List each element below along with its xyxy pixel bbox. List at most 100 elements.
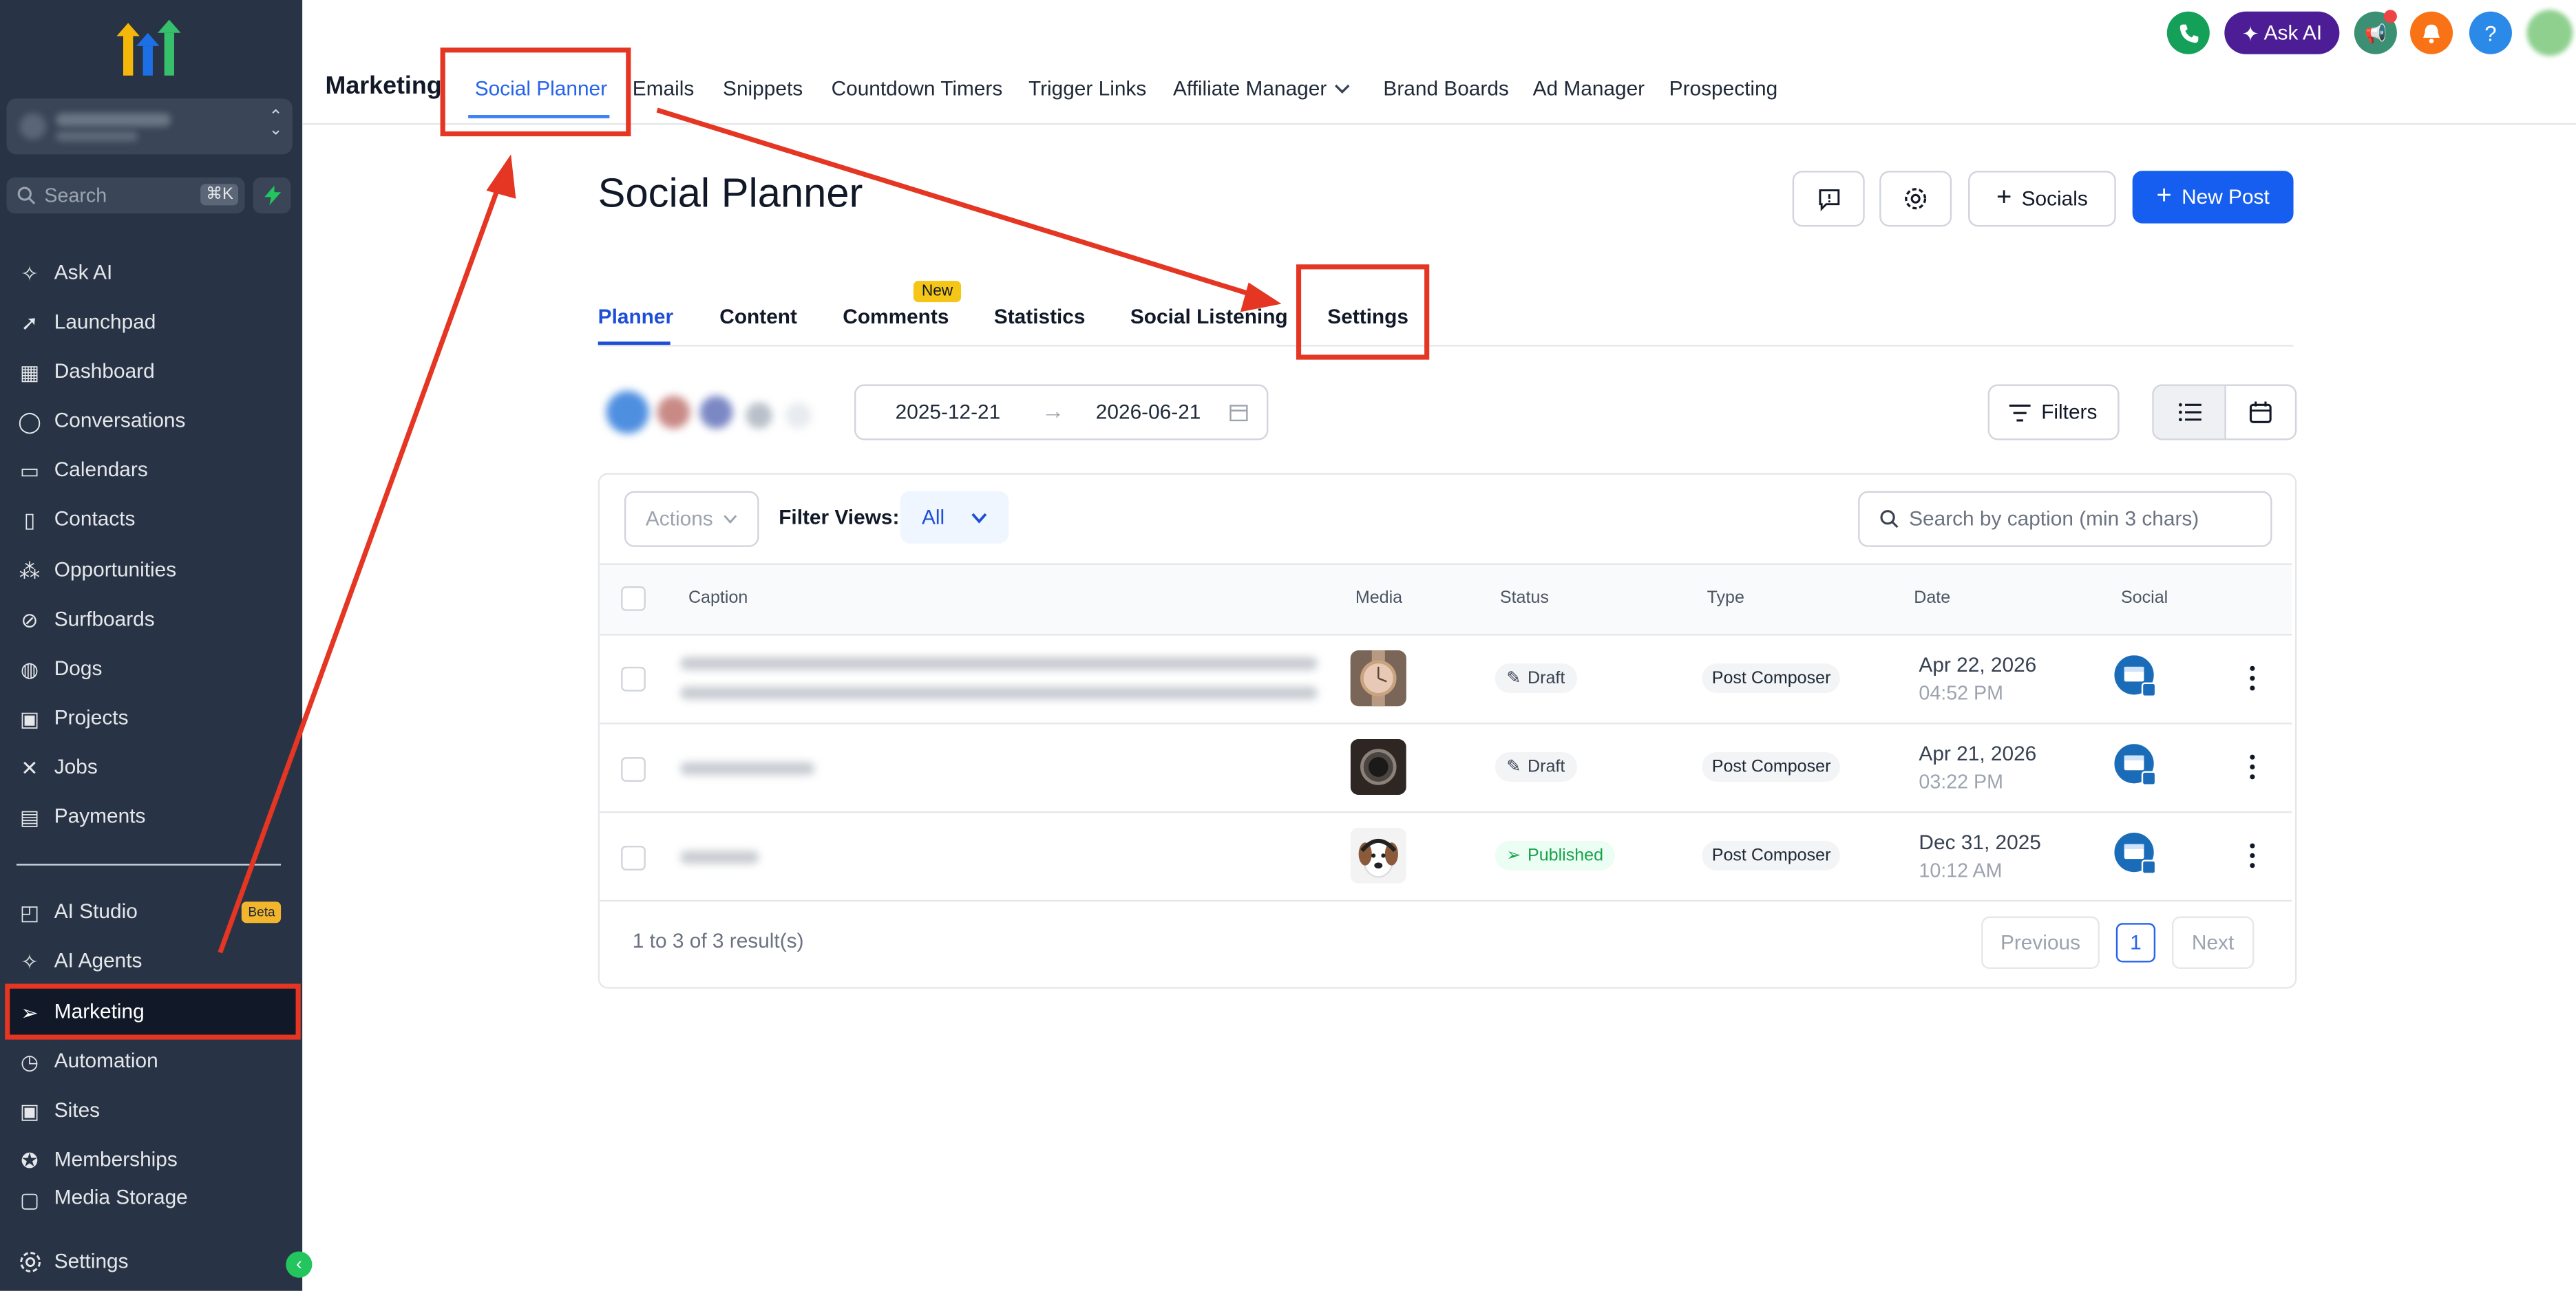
- app-logo-icon[interactable]: [114, 19, 186, 79]
- caption-search-input[interactable]: Search by caption (min 3 chars): [1858, 491, 2272, 547]
- tools-icon: ✕: [21, 756, 39, 780]
- select-all-checkbox[interactable]: [621, 586, 646, 611]
- settings-gear-button[interactable]: [1879, 171, 1952, 227]
- account-name-redacted: [56, 113, 171, 127]
- subtab-comments[interactable]: Comments: [843, 306, 949, 328]
- row-checkbox[interactable]: [621, 846, 646, 871]
- sidebar-item-label: AI Studio: [54, 899, 138, 924]
- sidebar-item-ai-agents[interactable]: ✧ AI Agents: [0, 938, 302, 984]
- badge-icon: ✪: [21, 1149, 39, 1172]
- actions-dropdown[interactable]: Actions: [624, 491, 759, 547]
- sidebar-item-marketing[interactable]: ➢ Marketing: [6, 987, 297, 1036]
- search-placeholder: Search: [44, 184, 107, 207]
- sidebar-item-contacts[interactable]: ▯ Contacts: [0, 496, 302, 542]
- sidebar-item-launchpad[interactable]: ➚ Launchpad: [0, 299, 302, 345]
- tab-snippets[interactable]: Snippets: [723, 77, 803, 100]
- sidebar-item-label: Media Storage: [54, 1186, 188, 1209]
- media-thumbnail[interactable]: [1350, 827, 1406, 884]
- column-header-caption[interactable]: Caption: [688, 588, 748, 608]
- table-row[interactable]: [600, 634, 2292, 725]
- megaphone-icon: 📢: [2364, 23, 2387, 44]
- list-view-button[interactable]: [2153, 385, 2225, 439]
- tab-countdown-timers[interactable]: Countdown Timers: [832, 77, 1003, 100]
- notifications-button[interactable]: [2409, 11, 2453, 54]
- google-business-icon: [2114, 655, 2157, 698]
- sidebar-item-conversations[interactable]: ◯ Conversations: [0, 398, 302, 444]
- media-thumbnail[interactable]: [1350, 738, 1406, 796]
- column-header-social: Social: [2120, 588, 2168, 608]
- previous-page-button[interactable]: Previous: [1981, 916, 2100, 970]
- sidebar-item-label: Settings: [54, 1250, 129, 1273]
- table-row[interactable]: [600, 723, 2292, 813]
- arrow-right-icon: →: [1042, 397, 1065, 424]
- quick-action-button[interactable]: [253, 177, 291, 214]
- sidebar-item-ask-ai[interactable]: ✧ Ask AI: [0, 250, 302, 296]
- page-number-button[interactable]: 1: [2115, 923, 2156, 963]
- tab-brand-boards[interactable]: Brand Boards: [1383, 77, 1508, 100]
- socials-label: Socials: [2021, 187, 2088, 211]
- more-options-icon[interactable]: [2244, 754, 2261, 780]
- sidebar-item-memberships[interactable]: ✪ Memberships: [0, 1136, 302, 1182]
- media-thumbnail[interactable]: [1350, 650, 1406, 707]
- new-post-button[interactable]: + New Post: [2132, 171, 2294, 224]
- sidebar-item-projects[interactable]: ▣ Projects: [0, 694, 302, 740]
- sidebar-item-surfboards[interactable]: ⊘ Surfboards: [0, 596, 302, 642]
- sidebar-item-media-storage[interactable]: ▢ Media Storage: [0, 1186, 302, 1215]
- subtab-planner[interactable]: Planner: [598, 306, 673, 328]
- google-business-icon: [2114, 744, 2157, 786]
- section-title: Marketing: [325, 72, 442, 100]
- column-header-status[interactable]: Status: [1500, 588, 1549, 608]
- tab-ad-manager[interactable]: Ad Manager: [1533, 77, 1645, 100]
- more-options-icon[interactable]: [2244, 842, 2261, 868]
- subtab-settings[interactable]: Settings: [1327, 306, 1408, 328]
- collapse-sidebar-button[interactable]: ‹: [286, 1251, 313, 1278]
- sidebar-item-dogs[interactable]: ◍ Dogs: [0, 646, 302, 692]
- sidebar-item-automation[interactable]: ◷ Automation: [0, 1038, 302, 1084]
- social-account-avatars[interactable]: [601, 384, 831, 440]
- page-title: Social Planner: [598, 171, 863, 217]
- row-checkbox[interactable]: [621, 757, 646, 782]
- add-socials-button[interactable]: + Socials: [1968, 171, 2116, 227]
- sidebar-item-calendars[interactable]: ▭ Calendars: [0, 447, 302, 493]
- phone-button[interactable]: [2166, 11, 2210, 54]
- sidebar-item-label: Opportunities: [54, 558, 177, 582]
- subtab-social-listening[interactable]: Social Listening: [1130, 306, 1288, 328]
- ask-ai-button[interactable]: ✦ Ask AI: [2224, 11, 2340, 54]
- tab-trigger-links[interactable]: Trigger Links: [1028, 77, 1146, 100]
- sidebar-item-jobs[interactable]: ✕ Jobs: [0, 744, 302, 790]
- filters-button[interactable]: Filters: [1987, 384, 2120, 440]
- sidebar-item-sites[interactable]: ▣ Sites: [0, 1087, 302, 1133]
- tab-social-planner[interactable]: Social Planner: [475, 77, 607, 100]
- notification-dot: [2383, 10, 2397, 23]
- sidebar-item-payments[interactable]: ▤ Payments: [0, 793, 302, 840]
- account-switcher[interactable]: ⌃ ⌄: [6, 98, 293, 155]
- help-button[interactable]: ?: [2469, 11, 2512, 54]
- tab-prospecting[interactable]: Prospecting: [1669, 77, 1778, 100]
- tab-emails[interactable]: Emails: [633, 77, 695, 100]
- calendar-view-button[interactable]: [2226, 386, 2295, 438]
- date-from[interactable]: 2025-12-21: [896, 401, 1001, 423]
- tab-affiliate-manager[interactable]: Affiliate Manager: [1173, 77, 1327, 100]
- date-range-picker[interactable]: 2025-12-21 → 2026-06-21: [854, 384, 1269, 440]
- row-checkbox[interactable]: [621, 666, 646, 692]
- user-avatar[interactable]: [2526, 10, 2573, 56]
- column-header-date[interactable]: Date: [1914, 588, 1950, 608]
- sidebar-item-label: Conversations: [54, 409, 186, 432]
- chevron-updown-icon: ⌃ ⌄: [268, 108, 283, 140]
- sidebar-item-dashboard[interactable]: ▦ Dashboard: [0, 348, 302, 394]
- sidebar-item-label: Launchpad: [54, 310, 156, 334]
- table-row[interactable]: [600, 811, 2292, 902]
- more-options-icon[interactable]: [2244, 665, 2261, 692]
- subtab-content[interactable]: Content: [719, 306, 797, 328]
- sidebar-search[interactable]: Search ⌘K: [6, 177, 245, 214]
- sidebar-item-settings[interactable]: Settings: [0, 1238, 302, 1284]
- dog-image: [1350, 827, 1406, 884]
- filter-views-select[interactable]: All: [900, 491, 1009, 544]
- type-badge: Post Composer: [1702, 752, 1841, 782]
- sidebar-item-opportunities[interactable]: ⁂ Opportunities: [0, 547, 302, 593]
- next-page-button[interactable]: Next: [2171, 916, 2255, 970]
- subtab-statistics[interactable]: Statistics: [994, 306, 1086, 328]
- feedback-button[interactable]: [1792, 171, 1865, 227]
- column-header-type[interactable]: Type: [1707, 588, 1744, 608]
- date-to[interactable]: 2026-06-21: [1096, 401, 1201, 423]
